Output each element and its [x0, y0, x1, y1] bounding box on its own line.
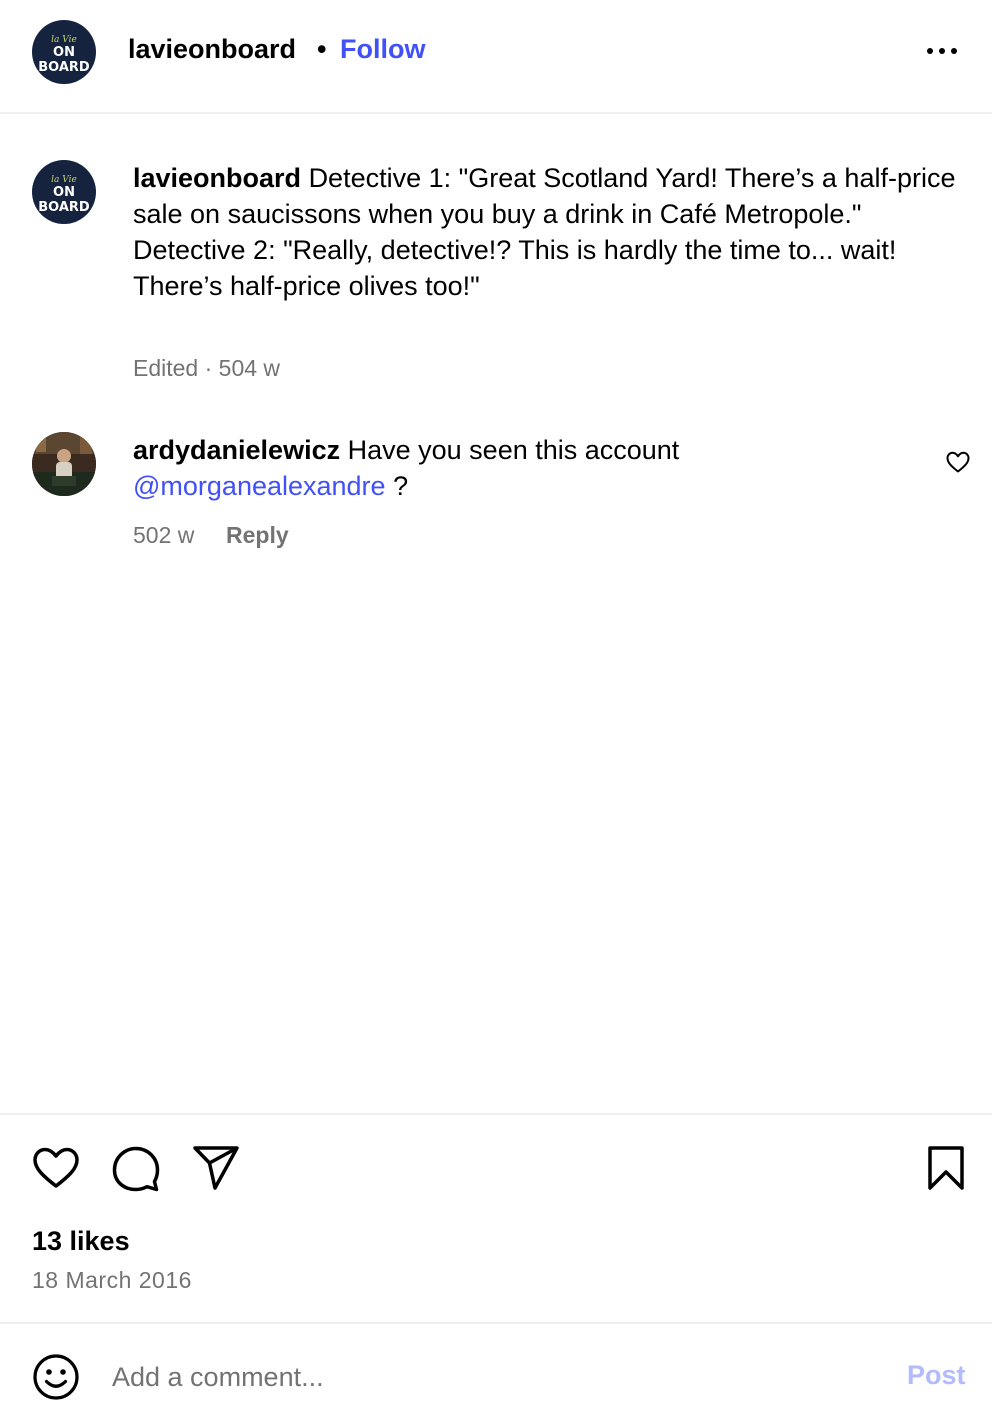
comment-body: Have you seen this account: [347, 435, 680, 465]
avatar-brand-script: la Vie: [51, 35, 77, 45]
smiley-icon[interactable]: [32, 1353, 80, 1401]
header-separator: •: [317, 34, 327, 64]
avatar[interactable]: la Vie ON BOARD: [32, 20, 96, 84]
heart-outline-icon[interactable]: [945, 450, 971, 474]
avatar-brand-text: ON BOARD: [38, 45, 90, 75]
heart-icon[interactable]: [32, 1146, 80, 1190]
post-button[interactable]: Post: [907, 1360, 966, 1391]
comment-username[interactable]: ardydanielewicz: [133, 435, 340, 465]
speech-bubble-icon[interactable]: [112, 1144, 160, 1192]
paper-plane-icon[interactable]: [192, 1145, 240, 1191]
caption-text: lavieonboard Detective 1: "Great Scotlan…: [133, 160, 968, 304]
more-horizontal-icon[interactable]: [924, 45, 960, 57]
post-header: la Vie ON BOARD lavieonboard • Follow: [0, 0, 992, 114]
caption-line-2: Detective 2: "Really, detective!? This i…: [133, 235, 897, 301]
caption-username[interactable]: lavieonboard: [133, 163, 301, 193]
reply-button[interactable]: Reply: [226, 522, 289, 549]
divider: [0, 1322, 992, 1324]
divider: [0, 1113, 992, 1115]
avatar-photo: [32, 432, 96, 496]
likes-count[interactable]: 13 likes: [32, 1226, 130, 1257]
comment-input[interactable]: [112, 1354, 872, 1400]
header-username[interactable]: lavieonboard: [128, 34, 296, 65]
comment-mention-link[interactable]: @morganealexandre: [133, 471, 386, 501]
comment-text: ardydanielewicz Have you seen this accou…: [133, 432, 913, 504]
bookmark-icon[interactable]: [926, 1145, 966, 1191]
avatar-brand-script: la Vie: [51, 175, 77, 185]
avatar[interactable]: [32, 432, 96, 496]
caption-meta: Edited · 504 w: [133, 355, 281, 381]
comment-timestamp: 502 w: [133, 522, 195, 548]
avatar-brand-text: ON BOARD: [38, 185, 90, 215]
comment-suffix: ?: [385, 471, 409, 501]
post-date: 18 March 2016: [32, 1267, 192, 1293]
follow-button[interactable]: Follow: [340, 34, 425, 65]
avatar[interactable]: la Vie ON BOARD: [32, 160, 96, 224]
post-page: la Vie ON BOARD lavieonboard • Follow la…: [0, 0, 992, 1422]
